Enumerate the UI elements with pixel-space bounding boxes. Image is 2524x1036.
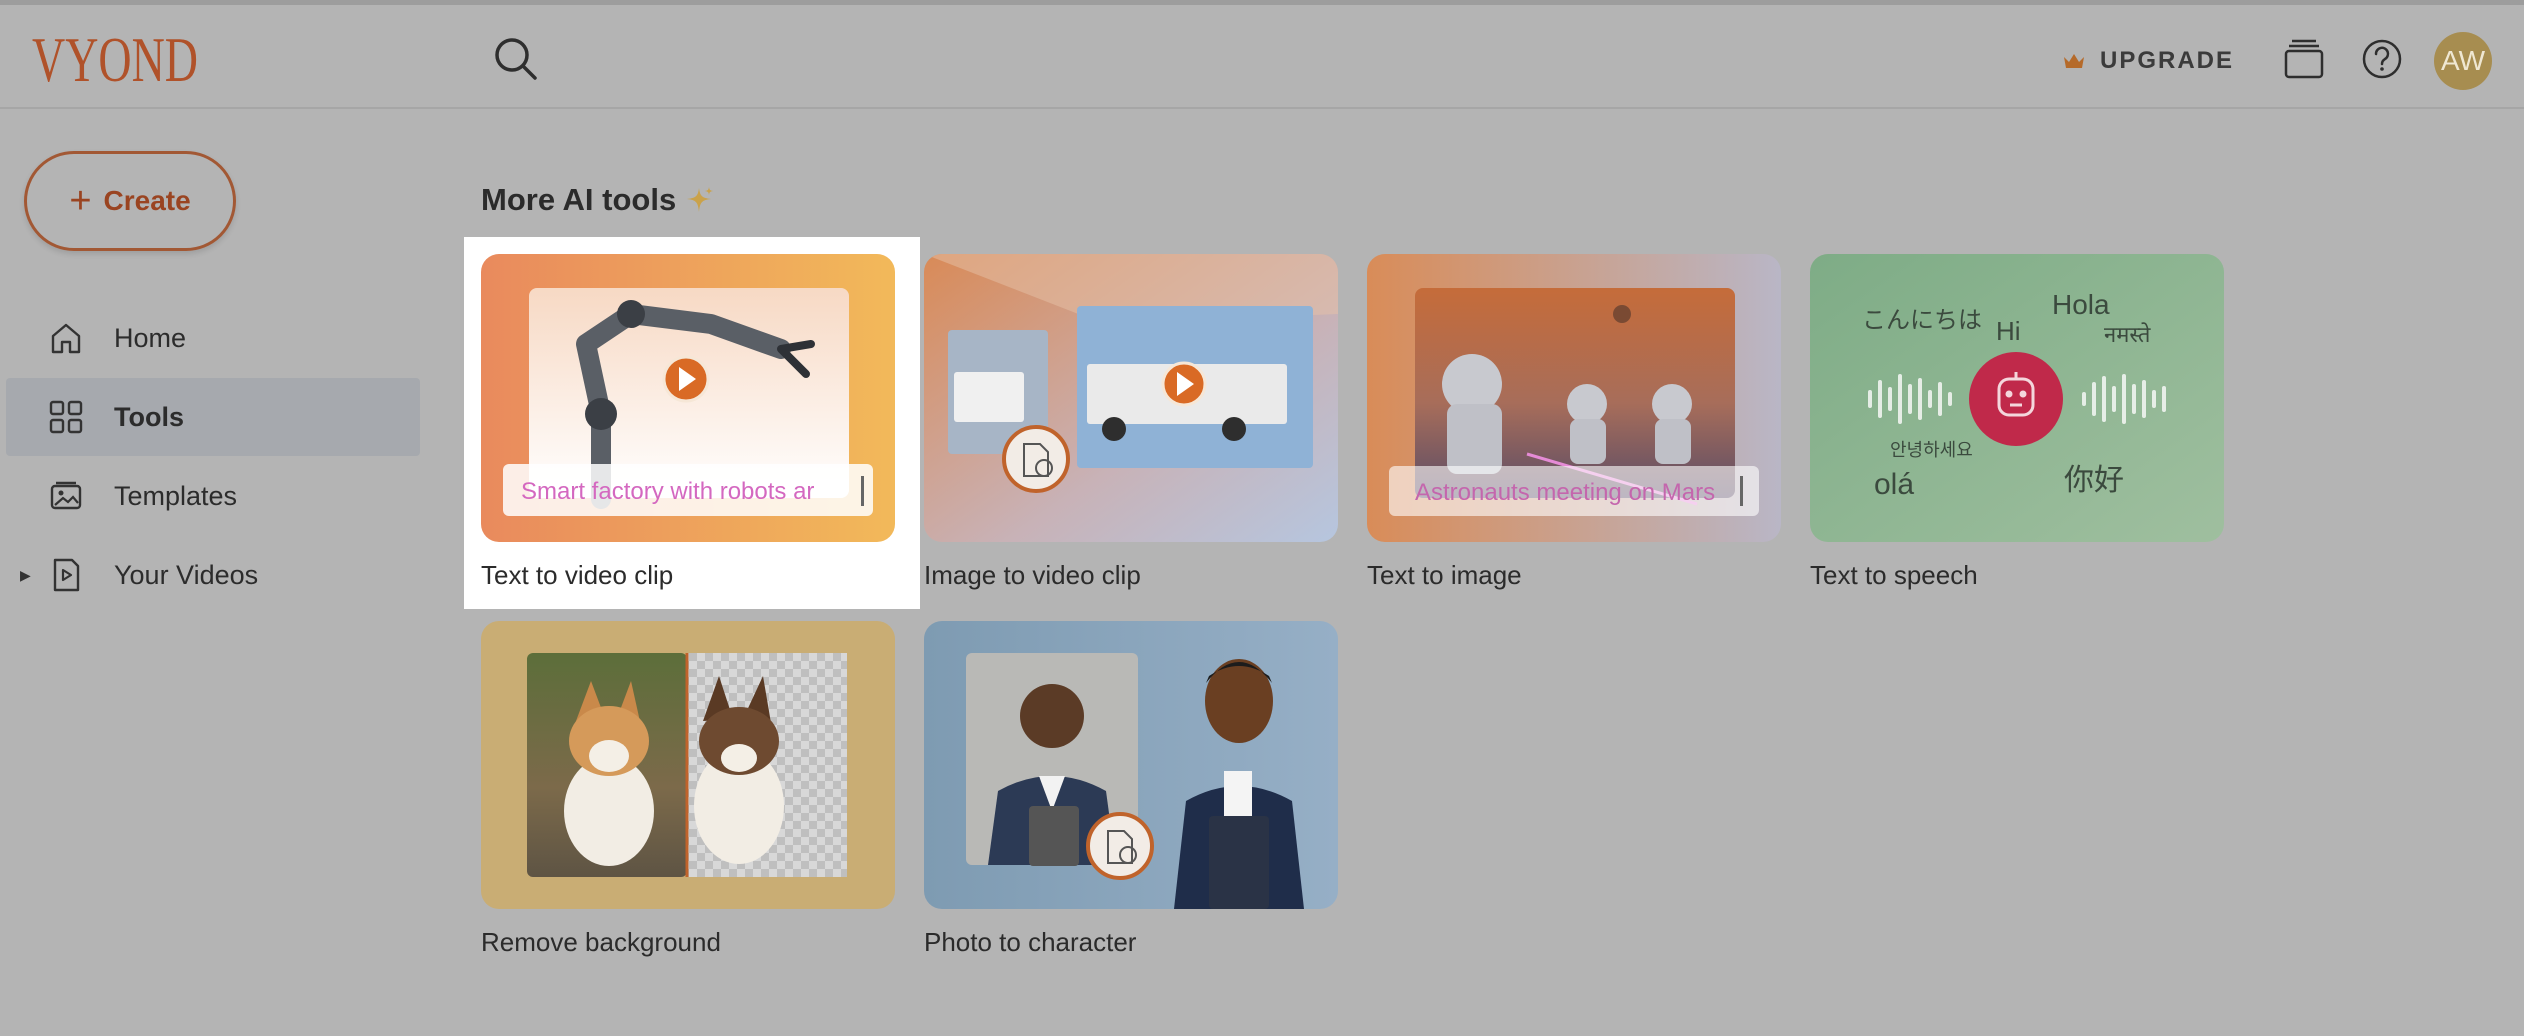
sidebar-item-label: Home: [114, 322, 187, 353]
text-to-image-thumbnail: Astronauts meeting on Mars: [1367, 254, 1781, 542]
svg-text:Hi: Hi: [1996, 316, 2021, 346]
tool-label: Text to video clip: [481, 560, 674, 590]
upgrade-label: UPGRADE: [2100, 47, 2235, 74]
create-button[interactable]: + Create: [24, 151, 236, 251]
section-title: More AI tools: [481, 182, 714, 218]
svg-text:नमस्ते: नमस्ते: [2104, 322, 2151, 347]
upgrade-button[interactable]: UPGRADE: [2062, 41, 2234, 81]
tool-label: Text to speech: [1810, 560, 1978, 590]
photo-to-character-thumbnail: [924, 621, 1338, 909]
crown-icon: [2064, 54, 2084, 68]
svg-text:olá: olá: [1874, 468, 1914, 501]
templates-icon: [50, 481, 82, 510]
sidebar-item-label: Templates: [114, 480, 238, 511]
svg-text:Astronauts meeting on Mars: Astronauts meeting on Mars: [1415, 479, 1715, 506]
text-to-video-thumbnail: Smart factory with robots ar: [481, 254, 895, 542]
home-icon: [51, 323, 81, 354]
help-icon: [2362, 39, 2402, 79]
svg-text:안녕하세요: 안녕하세요: [1890, 440, 1973, 460]
tool-label: Image to video clip: [924, 560, 1141, 590]
sidebar-item-label: Tools: [114, 401, 184, 432]
video-file-icon: [53, 558, 80, 592]
text-to-speech-thumbnail: こんにちは Hola Hi नमस्ते 안녕하세요 olá 你好: [1810, 254, 2224, 542]
svg-text:こんにちは: こんにちは: [1862, 307, 1982, 334]
plus-icon: +: [69, 180, 92, 222]
search-button[interactable]: [490, 33, 542, 85]
tool-label: Remove background: [481, 927, 721, 957]
remove-background-thumbnail: [481, 621, 895, 909]
user-avatar[interactable]: AW: [2434, 32, 2492, 90]
svg-text:Hola: Hola: [2052, 289, 2110, 320]
sidebar-item-templates[interactable]: Templates: [6, 457, 420, 535]
library-button[interactable]: [2280, 35, 2328, 83]
top-header: VYOND UPGRADE AW: [0, 5, 2524, 109]
sidebar-item-home[interactable]: Home: [6, 299, 420, 377]
stack-icon: [2284, 39, 2324, 79]
search-icon: [495, 38, 537, 80]
tool-label: Photo to character: [924, 927, 1137, 957]
svg-text:VYOND: VYOND: [32, 24, 198, 95]
sidebar-item-your-videos[interactable]: ▶ Your Videos: [6, 536, 420, 614]
expand-caret-icon[interactable]: ▶: [20, 567, 31, 584]
svg-text:Smart factory with robots ar: Smart factory with robots ar: [521, 478, 814, 505]
sidebar-item-label: Your Videos: [114, 559, 259, 590]
svg-text:你好: 你好: [2064, 464, 2124, 497]
sidebar-item-tools[interactable]: Tools: [6, 378, 420, 456]
sparkle-icon: [687, 187, 714, 212]
grid-icon: [49, 400, 83, 434]
vyond-logo[interactable]: VYOND: [32, 23, 202, 95]
create-label: Create: [103, 185, 191, 216]
image-to-video-thumbnail: [924, 254, 1338, 542]
help-button[interactable]: [2358, 35, 2406, 83]
tool-label: Text to image: [1367, 560, 1522, 590]
